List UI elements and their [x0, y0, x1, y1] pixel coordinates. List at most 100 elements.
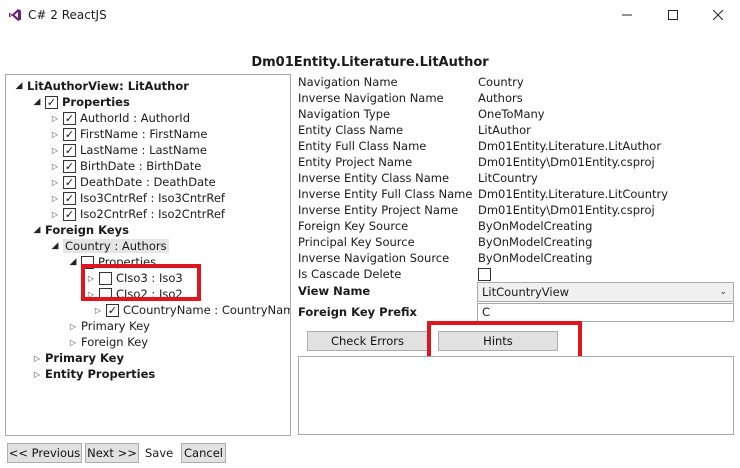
tree-label: Entity Properties [45, 367, 156, 381]
tree-label: Foreign Keys [45, 223, 129, 237]
tree-node-fk-foreign-key[interactable]: ▷ Foreign Key [68, 334, 148, 350]
tree-label: Primary Key [81, 319, 150, 333]
property-value: ByOnModelCreating [478, 219, 593, 233]
entity-tree[interactable]: ◢ LitAuthorView: LitAuthor ◢ ✓ Propertie… [5, 74, 291, 436]
output-text-area[interactable] [298, 356, 734, 435]
tree-node-property[interactable]: ▷ ✓ Iso3CntrRef : Iso3CntrRef [50, 190, 225, 206]
checkbox-checked[interactable]: ✓ [63, 191, 76, 205]
checkbox-checked[interactable]: ✓ [63, 175, 76, 189]
check-errors-button[interactable]: Check Errors [307, 331, 428, 351]
tree-root-label: LitAuthorView: LitAuthor [27, 79, 189, 93]
tree-node-property[interactable]: ▷ ✓ FirstName : FirstName [50, 126, 208, 142]
property-value: LitAuthor [478, 123, 531, 137]
checkbox-checked[interactable]: ✓ [106, 303, 119, 317]
checkbox-checked[interactable]: ✓ [63, 143, 76, 157]
property-row: Inverse Navigation Source ByOnModelCreat… [298, 251, 734, 267]
maximize-icon [668, 10, 678, 20]
tree-node-fk-country[interactable]: ◢ Country : Authors [50, 238, 169, 254]
tree-node-fk-primary-key[interactable]: ▷ Primary Key [68, 318, 150, 334]
page-title: Dm01Entity.Literature.LitAuthor [251, 55, 489, 70]
property-row: Inverse Navigation Name Authors [298, 91, 734, 107]
property-label: Foreign Key Prefix [298, 305, 417, 319]
tree-label: FirstName : FirstName [80, 127, 208, 141]
cascade-delete-checkbox[interactable] [478, 268, 491, 281]
property-value: Dm01Entity\Dm01Entity.csproj [478, 203, 655, 217]
property-row: Inverse Entity Project Name Dm01Entity\D… [298, 203, 734, 219]
next-button[interactable]: Next >> [85, 443, 139, 463]
collapsed-arrow-icon[interactable]: ▷ [32, 354, 42, 363]
tree-label: Iso3CntrRef : Iso3CntrRef [80, 191, 225, 205]
property-label: Inverse Entity Full Class Name [298, 187, 473, 201]
save-button[interactable]: Save [145, 446, 173, 460]
close-button[interactable] [695, 0, 740, 30]
tree-label: BirthDate : BirthDate [80, 159, 202, 173]
minimize-button[interactable] [604, 0, 650, 30]
view-name-select[interactable]: LitCountryView ⌄ [477, 282, 734, 302]
tree-node-property[interactable]: ▷ ✓ AuthorId : AuthorId [50, 110, 190, 126]
property-row: Inverse Entity Class Name LitCountry [298, 171, 734, 187]
property-label: Navigation Type [298, 107, 391, 121]
property-label: Entity Class Name [298, 123, 404, 137]
tree-node-property[interactable]: ▷ ✓ BirthDate : BirthDate [50, 158, 201, 174]
collapsed-arrow-icon[interactable]: ▷ [50, 210, 60, 219]
tree-label: LastName : LastName [80, 143, 207, 157]
expanded-arrow-icon[interactable]: ◢ [32, 225, 42, 235]
property-row: Foreign Key Source ByOnModelCreating [298, 219, 734, 235]
tree-label: Foreign Key [81, 335, 149, 349]
highlight-box [81, 264, 201, 301]
tree-label: Country : Authors [63, 239, 169, 253]
tree-node-foreign-keys[interactable]: ◢ Foreign Keys [32, 222, 129, 238]
tree-node-primary-key[interactable]: ▷ Primary Key [32, 350, 124, 366]
checkbox-checked[interactable]: ✓ [63, 127, 76, 141]
fk-prefix-input[interactable]: C [477, 303, 734, 322]
expanded-arrow-icon[interactable]: ◢ [32, 97, 42, 107]
property-row: Entity Class Name LitAuthor [298, 123, 734, 139]
tree-root-node[interactable]: ◢ LitAuthorView: LitAuthor [14, 78, 189, 94]
tree-node-property[interactable]: ▷ ✓ DeathDate : DeathDate [50, 174, 216, 190]
expanded-arrow-icon[interactable]: ◢ [14, 81, 24, 91]
property-label: Is Cascade Delete [298, 267, 402, 281]
collapsed-arrow-icon[interactable]: ▷ [50, 162, 60, 171]
tree-node-property[interactable]: ▷ ✓ Iso2CntrRef : Iso2CntrRef [50, 206, 225, 222]
collapsed-arrow-icon[interactable]: ▷ [93, 306, 103, 315]
window-title: C# 2 ReactJS [28, 8, 107, 22]
tree-node-fk-property[interactable]: ▷ ✓ CCountryName : CountryName [93, 302, 290, 318]
collapsed-arrow-icon[interactable]: ▷ [68, 322, 78, 331]
tree-node-entity-properties[interactable]: ▷ Entity Properties [32, 366, 155, 382]
property-value: Dm01Entity\Dm01Entity.csproj [478, 155, 655, 169]
tree-label: Primary Key [45, 351, 124, 365]
property-label: Inverse Entity Class Name [298, 171, 450, 185]
tree-label: Iso2CntrRef : Iso2CntrRef [80, 207, 225, 221]
property-label: Principal Key Source [298, 235, 415, 249]
cascade-delete-row: Is Cascade Delete [298, 267, 734, 283]
previous-button[interactable]: << Previous [7, 443, 82, 463]
collapsed-arrow-icon[interactable]: ▷ [50, 146, 60, 155]
expanded-arrow-icon[interactable]: ◢ [68, 257, 78, 267]
property-label: Entity Project Name [298, 155, 413, 169]
collapsed-arrow-icon[interactable]: ▷ [50, 194, 60, 203]
collapsed-arrow-icon[interactable]: ▷ [50, 114, 60, 123]
collapsed-arrow-icon[interactable]: ▷ [32, 370, 42, 379]
property-value: OneToMany [478, 107, 545, 121]
collapsed-arrow-icon[interactable]: ▷ [50, 130, 60, 139]
property-value: ByOnModelCreating [478, 251, 593, 265]
tree-node-properties[interactable]: ◢ ✓ Properties [32, 94, 130, 110]
property-row: Entity Project Name Dm01Entity\Dm01Entit… [298, 155, 734, 171]
collapsed-arrow-icon[interactable]: ▷ [50, 178, 60, 187]
checkbox-checked[interactable]: ✓ [45, 95, 58, 109]
property-row: Inverse Entity Full Class Name Dm01Entit… [298, 187, 734, 203]
cancel-button[interactable]: Cancel [181, 443, 226, 463]
checkbox-checked[interactable]: ✓ [63, 111, 76, 125]
collapsed-arrow-icon[interactable]: ▷ [68, 338, 78, 347]
checkbox-checked[interactable]: ✓ [63, 159, 76, 173]
property-row: Navigation Type OneToMany [298, 107, 734, 123]
property-label: Inverse Navigation Source [298, 251, 450, 265]
property-label: Foreign Key Source [298, 219, 409, 233]
checkbox-checked[interactable]: ✓ [63, 207, 76, 221]
expanded-arrow-icon[interactable]: ◢ [50, 241, 60, 251]
property-label: Inverse Navigation Name [298, 91, 444, 105]
maximize-button[interactable] [650, 0, 696, 30]
view-name-value: LitCountryView [482, 285, 570, 299]
tree-node-property[interactable]: ▷ ✓ LastName : LastName [50, 142, 207, 158]
tree-label: Properties [62, 95, 130, 109]
